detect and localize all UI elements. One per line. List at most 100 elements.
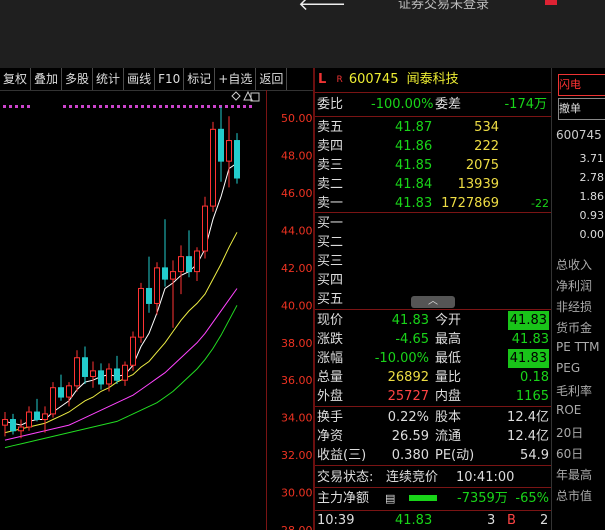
metric-label[interactable]: 货币金 — [556, 319, 592, 336]
candle-body[interactable] — [74, 357, 80, 387]
candle-body[interactable] — [58, 387, 64, 398]
stat-label: 外盘 — [317, 389, 344, 404]
event-marker — [249, 105, 252, 108]
stat-value: 0.18 — [520, 370, 549, 385]
candle-body[interactable] — [154, 267, 160, 304]
stat-value: 41.83 — [391, 313, 429, 328]
mini-axis-value: 0.93 — [579, 209, 605, 222]
price-tick-label: 38.00 — [281, 337, 313, 350]
candle-body[interactable] — [218, 128, 224, 162]
quote-stat-row: 总量 26892 量比 0.18 — [315, 368, 551, 387]
candle-body[interactable] — [26, 411, 32, 428]
event-marker — [231, 105, 234, 108]
candle-body[interactable] — [122, 364, 128, 381]
candle-body[interactable] — [42, 413, 48, 421]
toolbar-button[interactable]: 标记 — [184, 68, 216, 90]
collapse-chevron-icon[interactable]: ︿ — [411, 296, 455, 308]
kline-chart[interactable]: 50.00 48.00 46.00 44.00 42.00 40.00 38.00 36.00… — [0, 90, 313, 530]
flash-trade-button[interactable]: 闪电 — [558, 74, 605, 96]
event-marker — [153, 105, 156, 108]
sell-level-label: 卖二 — [317, 177, 344, 192]
metric-label[interactable]: 总市值 — [556, 487, 592, 504]
candle-body[interactable] — [34, 411, 40, 421]
stat-label: 量比 — [435, 370, 462, 385]
rp-code: 600745 — [556, 128, 602, 142]
event-marker — [207, 105, 210, 108]
event-marker — [27, 105, 30, 108]
candle-body[interactable] — [50, 387, 56, 415]
candle-body[interactable] — [90, 370, 96, 377]
sell-price: 41.86 — [395, 139, 433, 154]
divider — [315, 212, 551, 213]
candle-body[interactable] — [66, 385, 72, 398]
candle-body[interactable] — [146, 287, 152, 304]
toolbar-button[interactable]: 返回 — [256, 68, 288, 90]
quote-stat-row: 外盘 25727 内盘 1165 — [315, 387, 551, 406]
metric-label[interactable]: 年最高 — [556, 466, 592, 483]
metric-label[interactable]: 净利润 — [556, 277, 592, 294]
toolbar-button[interactable]: 统计 — [93, 68, 125, 90]
metric-label[interactable]: 非经损 — [556, 298, 592, 315]
price-tick-label: 32.00 — [281, 449, 313, 462]
candle-body[interactable] — [18, 426, 24, 432]
metric-label[interactable]: 总收入 — [556, 256, 592, 273]
candle-body[interactable] — [130, 336, 136, 366]
toolbar-button[interactable]: F10 — [155, 68, 185, 90]
toolbar-button[interactable]: +自选 — [215, 68, 257, 90]
price-tick-label: 48.00 — [281, 150, 313, 163]
fundamental-row: 换手 0.22% 股本 12.4亿 — [315, 408, 551, 427]
stat-value: 41.83 — [507, 349, 549, 368]
candle-body[interactable] — [170, 271, 176, 280]
flow-value: -7359万 — [457, 491, 508, 506]
fund-label: 净资 — [317, 429, 344, 444]
candle-body[interactable] — [210, 128, 216, 207]
stat-value: 25727 — [387, 389, 429, 404]
quote-stat-row: 涨跌 -4.65 最高 41.83 — [315, 330, 551, 349]
flow-icon[interactable]: ▤ — [385, 489, 395, 508]
metric-label[interactable]: PE TTM — [556, 340, 599, 354]
metric-label[interactable]: 毛利率 — [556, 382, 592, 399]
ma5-line — [4, 162, 238, 426]
buy-level-label: 买三 — [317, 254, 344, 269]
metric-label[interactable]: PEG — [556, 361, 580, 375]
toolbar-button[interactable]: 多股 — [62, 68, 94, 90]
candle-body[interactable] — [138, 287, 144, 338]
candle-body[interactable] — [234, 140, 240, 179]
event-marker — [93, 105, 96, 108]
metric-label[interactable]: 20日 — [556, 424, 583, 441]
toolbar-button[interactable]: 叠加 — [31, 68, 63, 90]
candle-body[interactable] — [178, 256, 184, 273]
candle-body[interactable] — [186, 256, 192, 273]
status-time: 10:41:00 — [456, 470, 515, 485]
candle-body[interactable] — [194, 250, 200, 273]
event-marker — [183, 105, 186, 108]
candle-body[interactable] — [162, 267, 168, 280]
stock-code: 600745 — [348, 72, 399, 87]
candle-body[interactable] — [202, 205, 208, 252]
stat-value: -4.65 — [395, 332, 429, 347]
toolbar-button[interactable]: 画线 — [124, 68, 156, 90]
price-tick-label: 46.00 — [281, 187, 313, 200]
candle-body[interactable] — [114, 368, 120, 381]
candle-body[interactable] — [10, 419, 16, 432]
candle-body[interactable] — [82, 357, 88, 377]
fund-value: 26.59 — [391, 429, 429, 444]
candle-body[interactable] — [106, 368, 112, 385]
event-marker — [105, 105, 108, 108]
event-marker — [189, 105, 192, 108]
stat-label: 内盘 — [435, 389, 462, 404]
sell-level-row: 卖一 41.83 1727869 -22 — [315, 194, 551, 213]
sell-volume: 1727869 — [441, 196, 499, 211]
notification-indicator — [545, 0, 557, 5]
metric-label[interactable]: 60日 — [556, 445, 583, 462]
toolbar-button[interactable]: 复权 — [0, 68, 32, 90]
candle-body[interactable] — [98, 370, 104, 385]
back-arrow-icon[interactable]: 🡐 — [298, 0, 346, 15]
fund-label: 流通 — [435, 429, 462, 444]
candle-body[interactable] — [2, 419, 8, 426]
metric-label[interactable]: ROE — [556, 403, 581, 417]
fundamental-row: 收益(三) 0.380 PE(动) 54.9 — [315, 446, 551, 465]
candle-body[interactable] — [226, 140, 232, 162]
diamond-icon[interactable] — [231, 91, 241, 101]
cancel-order-button[interactable]: 撤单 — [558, 98, 605, 120]
